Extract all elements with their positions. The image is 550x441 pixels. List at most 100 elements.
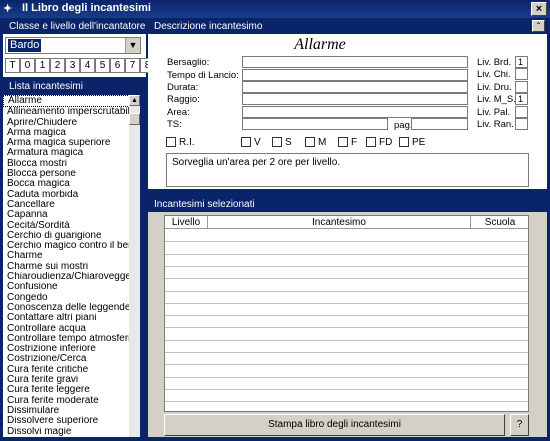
help-button[interactable]: ?: [510, 414, 529, 436]
table-row[interactable]: [165, 364, 528, 366]
table-row[interactable]: [165, 315, 528, 317]
table-row[interactable]: [165, 339, 528, 341]
scroll-up-icon[interactable]: ▲: [129, 95, 140, 106]
spell-list-item[interactable]: Charme: [3, 251, 140, 261]
level-button[interactable]: T: [5, 58, 20, 73]
table-row[interactable]: [165, 290, 528, 292]
table-row[interactable]: [165, 253, 528, 255]
table-row[interactable]: [165, 327, 528, 329]
spell-list-item[interactable]: Arma magica: [3, 128, 140, 138]
spell-list-item[interactable]: Contattare altri piani: [3, 313, 140, 323]
field-label: Raggio:: [167, 94, 200, 105]
print-spellbook-button[interactable]: Stampa libro degli incantesimi: [164, 414, 505, 436]
field-input[interactable]: [242, 69, 468, 81]
spell-list-item[interactable]: Cerchio magico contro il bene: [3, 241, 140, 251]
table-row[interactable]: [165, 241, 528, 243]
field-input[interactable]: [242, 56, 468, 68]
selected-table[interactable]: Livello Incantesimo Scuola: [164, 215, 529, 412]
spell-list-item[interactable]: Charme sui mostri: [3, 262, 140, 272]
level-button[interactable]: 5: [95, 58, 110, 73]
field-input[interactable]: [242, 93, 468, 105]
selected-header: Incantesimi selezionati: [148, 197, 547, 212]
spell-list-item[interactable]: Cura ferite critiche: [3, 365, 140, 375]
table-row[interactable]: [165, 388, 528, 390]
field-input[interactable]: [242, 106, 468, 118]
spell-list-item[interactable]: Blocca persone: [3, 169, 140, 179]
level-button[interactable]: 0: [20, 58, 35, 73]
table-row[interactable]: [165, 265, 528, 267]
liv-label: Liv. Chi.: [477, 69, 511, 81]
spell-list-scrollbar[interactable]: ▲: [129, 95, 140, 437]
spell-list-item[interactable]: Costrizione/Cerca: [3, 354, 140, 364]
liv-label: Liv. M_S.: [477, 94, 516, 106]
spell-list-item[interactable]: Aprire/Chiudere: [3, 118, 140, 128]
component-checkbox[interactable]: [272, 137, 282, 147]
liv-value[interactable]: [515, 68, 528, 81]
table-row[interactable]: [165, 401, 528, 403]
liv-value[interactable]: 1: [515, 93, 528, 106]
scroll-thumb[interactable]: [129, 113, 140, 125]
class-select-value: Bardo: [8, 39, 42, 52]
table-row[interactable]: [165, 376, 528, 378]
level-button[interactable]: 3: [65, 58, 80, 73]
level-button[interactable]: 7: [125, 58, 140, 73]
component-checkbox[interactable]: [338, 137, 348, 147]
spell-list-item[interactable]: Cura ferite leggere: [3, 385, 140, 395]
component-checkbox[interactable]: [305, 137, 315, 147]
field-input[interactable]: [242, 81, 468, 93]
component-checkbox[interactable]: [166, 137, 176, 147]
field-input[interactable]: [242, 118, 388, 130]
spell-list-item[interactable]: Conoscenza delle leggende: [3, 303, 140, 313]
collapse-icon[interactable]: ⌃: [532, 20, 545, 32]
component-checkbox[interactable]: [366, 137, 376, 147]
spell-list-item[interactable]: Allarme: [3, 95, 140, 108]
spell-list-item[interactable]: Blocca mostri: [3, 159, 140, 169]
spell-list-item[interactable]: Capanna: [3, 210, 140, 220]
liv-value[interactable]: [515, 105, 528, 118]
level-button[interactable]: 4: [80, 58, 95, 73]
spell-list-item[interactable]: Dissimulare: [3, 406, 140, 416]
spell-list-item[interactable]: Costrizione inferiore: [3, 344, 140, 354]
component-checkbox[interactable]: [241, 137, 251, 147]
spell-list-item[interactable]: Confusione: [3, 282, 140, 292]
spell-list-item[interactable]: Congedo: [3, 293, 140, 303]
spell-list-item[interactable]: Cancellare: [3, 200, 140, 210]
spell-list-item[interactable]: Controllare acqua: [3, 324, 140, 334]
liv-value[interactable]: 1: [515, 56, 528, 68]
col-incantesimo[interactable]: Incantesimo: [208, 216, 471, 229]
spell-list-item[interactable]: Cerchio di guarigione: [3, 231, 140, 241]
table-row[interactable]: [165, 302, 528, 304]
chevron-down-icon[interactable]: ▼: [125, 38, 140, 53]
spell-list-item[interactable]: Allineamento imperscrutabile: [3, 107, 140, 117]
spell-list-item[interactable]: Armatura magica: [3, 148, 140, 158]
page-field[interactable]: [411, 118, 468, 130]
component-checkbox[interactable]: [399, 137, 409, 147]
spell-list-item[interactable]: Dissolvere superiore: [3, 416, 140, 426]
spell-list-item[interactable]: Cura ferite gravi: [3, 375, 140, 385]
table-row[interactable]: [165, 278, 528, 280]
description-box[interactable]: Sorveglia un'area per 2 ore per livello.: [166, 153, 529, 187]
page-label: pag.: [394, 120, 413, 131]
field-label: Bersaglio:: [167, 57, 210, 68]
window-title: Il Libro degli incantesimi: [22, 2, 151, 14]
level-button[interactable]: 1: [35, 58, 50, 73]
liv-value[interactable]: [515, 118, 528, 130]
spell-list-item[interactable]: Arma magica superiore: [3, 138, 140, 148]
table-row[interactable]: [165, 352, 528, 353]
spell-list-item[interactable]: Chiaroudienza/Chiaroveggenza: [3, 272, 140, 282]
close-button[interactable]: ×: [531, 2, 547, 16]
liv-value[interactable]: [515, 80, 528, 93]
spell-list[interactable]: Allarme Allineamento imperscrutabile Aprir…: [3, 95, 140, 437]
spell-list-item[interactable]: Bocca magica: [3, 179, 140, 189]
col-scuola[interactable]: Scuola: [471, 216, 528, 229]
spell-list-item[interactable]: Cura ferite moderate: [3, 396, 140, 406]
col-livello[interactable]: Livello: [165, 216, 208, 229]
level-button[interactable]: 6: [110, 58, 125, 73]
spell-list-item[interactable]: Dissolvi magie: [3, 427, 140, 437]
spell-list-item[interactable]: Caduta morbida: [3, 190, 140, 200]
level-button[interactable]: 2: [50, 58, 65, 73]
spell-list-item[interactable]: Controllare tempo atmosferico: [3, 334, 140, 344]
spell-list-item[interactable]: Cecità/Sordità: [3, 221, 140, 231]
class-select[interactable]: Bardo ▼: [5, 37, 141, 54]
desc-header-label: Descrizione incantesimo: [154, 21, 263, 32]
